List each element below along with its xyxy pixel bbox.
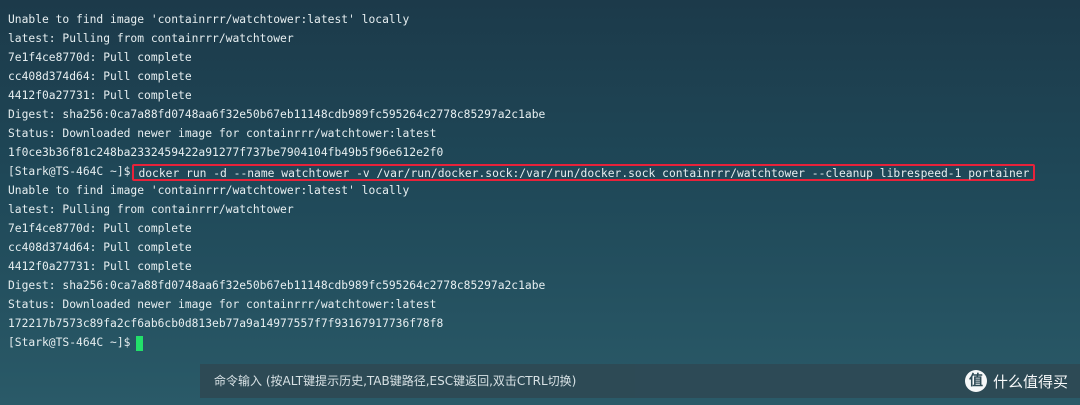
output-line: 4412f0a27731: Pull complete bbox=[8, 260, 192, 273]
watermark-text: 什么值得买 bbox=[992, 372, 1068, 391]
command-input-bar[interactable]: 命令输入 (按ALT键提示历史,TAB键路径,ESC键返回,双击CTRL切换) … bbox=[200, 364, 1080, 398]
output-line: Status: Downloaded newer image for conta… bbox=[8, 127, 437, 140]
output-line: 7e1f4ce8770d: Pull complete bbox=[8, 222, 192, 235]
shell-prompt: [Stark@TS-464C ~]$ bbox=[8, 336, 131, 349]
output-line: Status: Downloaded newer image for conta… bbox=[8, 298, 437, 311]
shell-prompt: [Stark@TS-464C ~]$ bbox=[8, 165, 131, 178]
output-line: 172217b7573c89fa2cf6ab6cb0d813eb77a9a149… bbox=[8, 317, 444, 330]
output-line: 1f0ce3b36f81c248ba2332459422a91277f737be… bbox=[8, 146, 444, 159]
output-line: Digest: sha256:0ca7a88fd0748aa6f32e50b67… bbox=[8, 279, 546, 292]
output-line: latest: Pulling from containrrr/watchtow… bbox=[8, 203, 294, 216]
smzdm-logo-icon: 值 bbox=[964, 370, 987, 392]
text-cursor bbox=[136, 335, 144, 351]
output-line: latest: Pulling from containrrr/watchtow… bbox=[8, 32, 294, 45]
active-prompt-line[interactable]: [Stark@TS-464C ~]$ bbox=[8, 333, 1080, 352]
command-input-hint: 命令输入 (按ALT键提示历史,TAB键路径,ESC键返回,双击CTRL切换) bbox=[214, 374, 577, 388]
output-line: Unable to find image 'containrrr/watchto… bbox=[8, 184, 410, 197]
terminal-output[interactable]: Unable to find image 'containrrr/watchto… bbox=[0, 0, 1080, 360]
watermark: 值 什么值得买 bbox=[964, 369, 1068, 393]
command-line: [Stark@TS-464C ~]$ docker run -d --name w… bbox=[8, 162, 1080, 181]
output-line: 7e1f4ce8770d: Pull complete bbox=[8, 51, 192, 64]
output-line: Digest: sha256:0ca7a88fd0748aa6f32e50b67… bbox=[8, 108, 546, 121]
output-line: cc408d374d64: Pull complete bbox=[8, 241, 192, 254]
output-line: cc408d374d64: Pull complete bbox=[8, 70, 192, 83]
output-line: Unable to find image 'containrrr/watchto… bbox=[8, 13, 410, 26]
output-line: 4412f0a27731: Pull complete bbox=[8, 89, 192, 102]
highlighted-command: docker run -d --name watchtower -v /var/… bbox=[132, 163, 1036, 181]
